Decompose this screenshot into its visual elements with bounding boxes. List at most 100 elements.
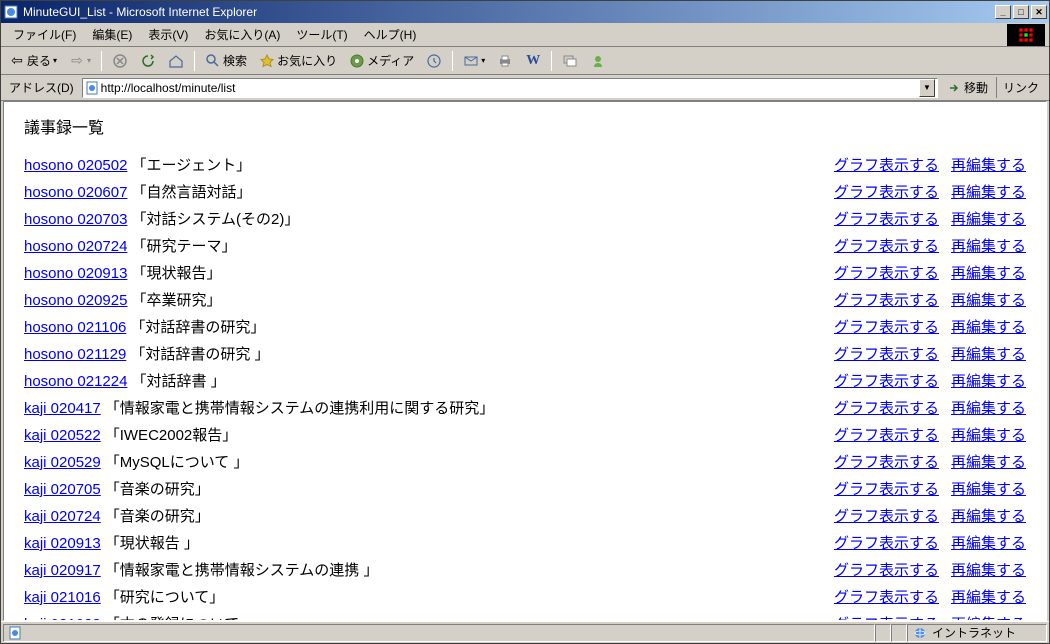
item-actions: グラフ表示する再編集する xyxy=(834,505,1026,526)
item-id-link[interactable]: kaji 021023 xyxy=(24,616,101,621)
graph-link[interactable]: グラフ表示する xyxy=(834,262,939,283)
stop-button[interactable] xyxy=(108,51,132,71)
edit-link[interactable]: 再編集する xyxy=(951,208,1026,229)
item-actions: グラフ表示する再編集する xyxy=(834,262,1026,283)
refresh-button[interactable] xyxy=(136,51,160,71)
edit-link[interactable]: 再編集する xyxy=(951,478,1026,499)
list-item: hosono 020703「対話システム(その2)」グラフ表示する再編集する xyxy=(24,208,1026,229)
edit-link[interactable]: 再編集する xyxy=(951,181,1026,202)
graph-link[interactable]: グラフ表示する xyxy=(834,397,939,418)
item-id-link[interactable]: kaji 020417 xyxy=(24,400,101,417)
graph-link[interactable]: グラフ表示する xyxy=(834,478,939,499)
go-button[interactable]: 移動 xyxy=(942,77,992,98)
messenger-button[interactable] xyxy=(586,51,610,71)
address-input[interactable] xyxy=(99,81,919,95)
item-id-link[interactable]: kaji 020917 xyxy=(24,562,101,579)
edit-link[interactable]: 再編集する xyxy=(951,532,1026,553)
window-controls: _ □ ✕ xyxy=(995,5,1047,19)
address-dropdown-button[interactable]: ▼ xyxy=(919,79,935,97)
item-id-link[interactable]: kaji 020529 xyxy=(24,454,101,471)
item-actions: グラフ表示する再編集する xyxy=(834,397,1026,418)
item-id-link[interactable]: kaji 020913 xyxy=(24,535,101,552)
edit-link[interactable]: 再編集する xyxy=(951,397,1026,418)
menu-file[interactable]: ファイル(F) xyxy=(5,24,84,45)
item-id-link[interactable]: hosono 020724 xyxy=(24,238,127,255)
item-id-link[interactable]: kaji 021016 xyxy=(24,589,101,606)
graph-link[interactable]: グラフ表示する xyxy=(834,532,939,553)
discuss-button[interactable] xyxy=(558,51,582,71)
edit-link[interactable]: 再編集する xyxy=(951,370,1026,391)
graph-link[interactable]: グラフ表示する xyxy=(834,613,939,621)
print-button[interactable] xyxy=(493,51,517,71)
list-item: hosono 020913「現状報告」グラフ表示する再編集する xyxy=(24,262,1026,283)
item-actions: グラフ表示する再編集する xyxy=(834,181,1026,202)
dropdown-arrow-icon: ▾ xyxy=(53,56,57,65)
zone-label: イントラネット xyxy=(932,624,1016,641)
item-id-link[interactable]: hosono 020925 xyxy=(24,292,127,309)
edit-link[interactable]: 再編集する xyxy=(951,424,1026,445)
item-id-link[interactable]: hosono 021106 xyxy=(24,319,126,336)
go-arrow-icon xyxy=(946,80,962,96)
edit-link[interactable]: 再編集する xyxy=(951,262,1026,283)
graph-link[interactable]: グラフ表示する xyxy=(834,316,939,337)
graph-link[interactable]: グラフ表示する xyxy=(834,505,939,526)
graph-link[interactable]: グラフ表示する xyxy=(834,208,939,229)
links-label[interactable]: リンク xyxy=(996,77,1045,98)
item-id-link[interactable]: hosono 021224 xyxy=(24,373,127,390)
media-button[interactable]: メディア xyxy=(345,50,418,71)
edit-link[interactable]: 再編集する xyxy=(951,613,1026,621)
edit-button[interactable]: W xyxy=(521,51,545,71)
edit-link[interactable]: 再編集する xyxy=(951,559,1026,580)
edit-link[interactable]: 再編集する xyxy=(951,451,1026,472)
item-id-link[interactable]: kaji 020522 xyxy=(24,427,101,444)
menu-edit[interactable]: 編集(E) xyxy=(84,24,140,45)
discuss-icon xyxy=(562,53,578,69)
graph-link[interactable]: グラフ表示する xyxy=(834,451,939,472)
list-item: kaji 020705「音楽の研究」グラフ表示する再編集する xyxy=(24,478,1026,499)
graph-link[interactable]: グラフ表示する xyxy=(834,235,939,256)
graph-link[interactable]: グラフ表示する xyxy=(834,343,939,364)
favorites-button[interactable]: お気に入り xyxy=(255,50,341,71)
menu-tools[interactable]: ツール(T) xyxy=(288,24,355,45)
back-arrow-icon: ⇦ xyxy=(9,53,25,69)
item-id-link[interactable]: hosono 020913 xyxy=(24,265,127,282)
menubar: ファイル(F) 編集(E) 表示(V) お気に入り(A) ツール(T) ヘルプ(… xyxy=(1,23,1049,47)
graph-link[interactable]: グラフ表示する xyxy=(834,559,939,580)
home-button[interactable] xyxy=(164,51,188,71)
search-button[interactable]: 検索 xyxy=(201,50,251,71)
content-area: 議事録一覧 hosono 020502「エージェント」グラフ表示する再編集するh… xyxy=(3,101,1047,621)
graph-link[interactable]: グラフ表示する xyxy=(834,289,939,310)
edit-link[interactable]: 再編集する xyxy=(951,586,1026,607)
menu-favorites[interactable]: お気に入り(A) xyxy=(196,24,288,45)
mail-button[interactable]: ▾ xyxy=(459,51,489,71)
edit-link[interactable]: 再編集する xyxy=(951,154,1026,175)
item-id-link[interactable]: kaji 020724 xyxy=(24,508,101,525)
minimize-button[interactable]: _ xyxy=(995,5,1011,19)
history-button[interactable] xyxy=(422,51,446,71)
item-actions: グラフ表示する再編集する xyxy=(834,235,1026,256)
item-id-link[interactable]: kaji 020705 xyxy=(24,481,101,498)
item-id-link[interactable]: hosono 020502 xyxy=(24,157,127,174)
forward-button[interactable]: ⇨ ▾ xyxy=(65,51,95,71)
close-button[interactable]: ✕ xyxy=(1031,5,1047,19)
edit-link[interactable]: 再編集する xyxy=(951,289,1026,310)
back-button[interactable]: ⇦ 戻る ▾ xyxy=(5,50,61,71)
graph-link[interactable]: グラフ表示する xyxy=(834,370,939,391)
graph-link[interactable]: グラフ表示する xyxy=(834,424,939,445)
item-id-link[interactable]: hosono 020607 xyxy=(24,184,127,201)
graph-link[interactable]: グラフ表示する xyxy=(834,181,939,202)
menu-help[interactable]: ヘルプ(H) xyxy=(356,24,425,45)
edit-link[interactable]: 再編集する xyxy=(951,316,1026,337)
edit-link[interactable]: 再編集する xyxy=(951,343,1026,364)
ie-logo-icon xyxy=(1007,24,1045,46)
item-title: 「対話辞書 」 xyxy=(131,370,834,391)
graph-link[interactable]: グラフ表示する xyxy=(834,154,939,175)
item-id-link[interactable]: hosono 021129 xyxy=(24,346,126,363)
edit-link[interactable]: 再編集する xyxy=(951,235,1026,256)
maximize-button[interactable]: □ xyxy=(1013,5,1029,19)
menu-view[interactable]: 表示(V) xyxy=(140,24,196,45)
edit-link[interactable]: 再編集する xyxy=(951,505,1026,526)
graph-link[interactable]: グラフ表示する xyxy=(834,586,939,607)
item-id-link[interactable]: hosono 020703 xyxy=(24,211,127,228)
status-privacy xyxy=(891,624,907,642)
